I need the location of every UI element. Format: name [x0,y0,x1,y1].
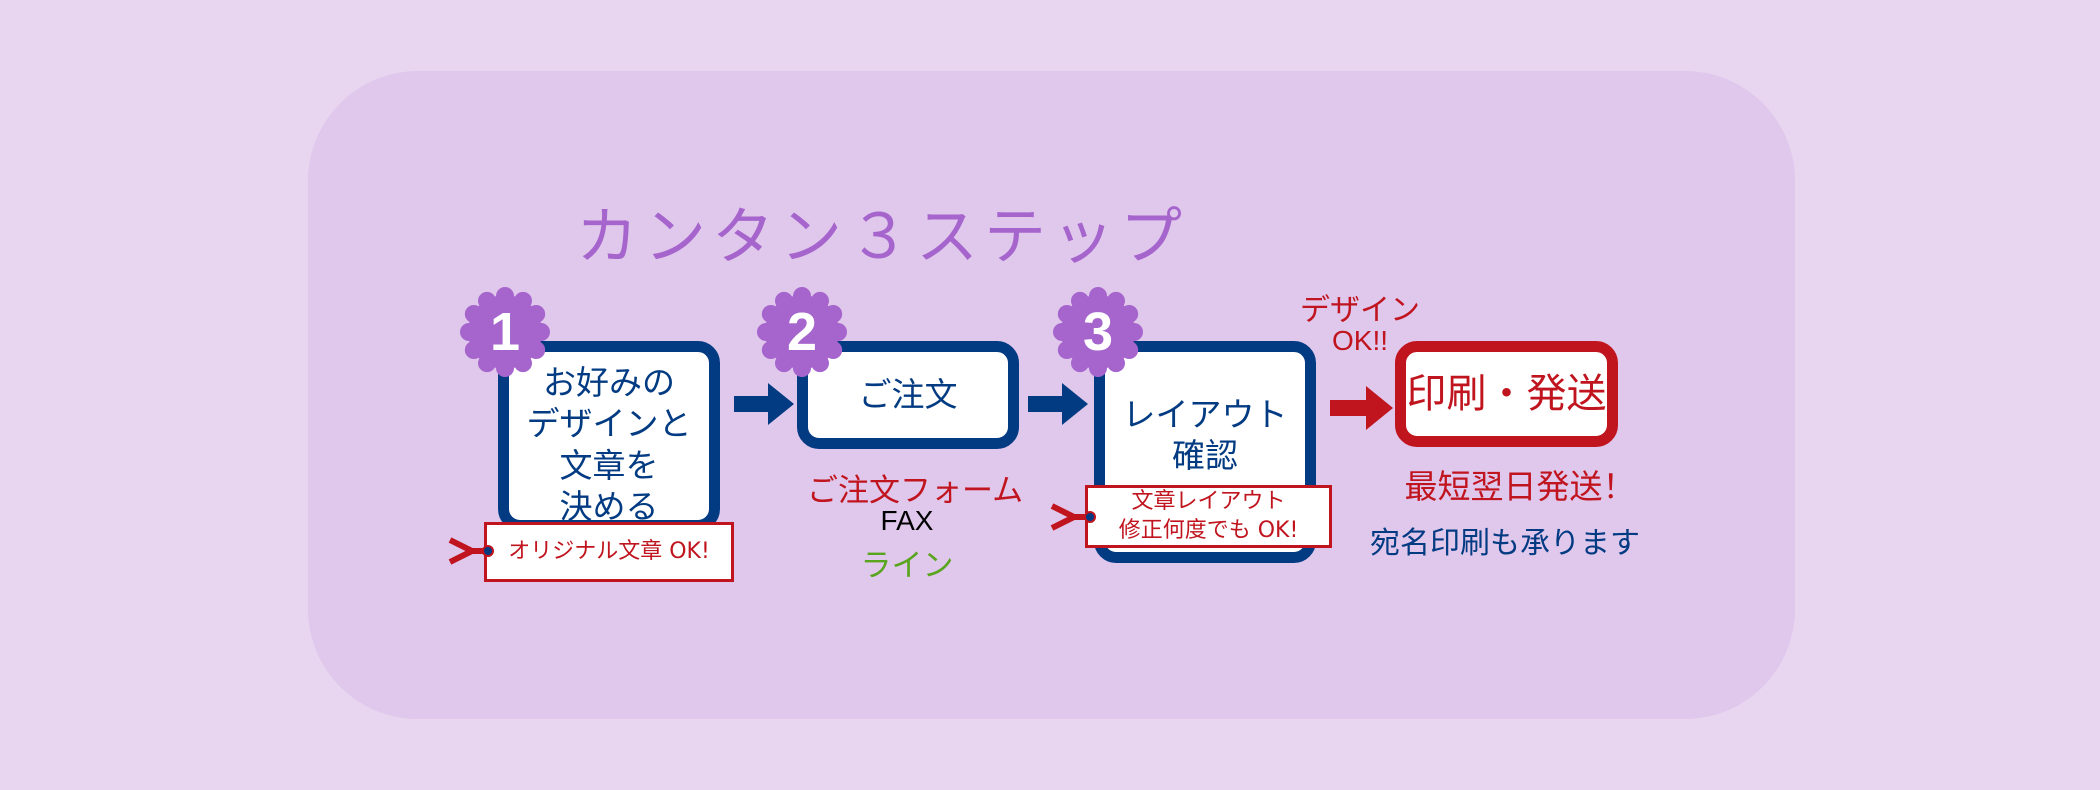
step-1-text: 決める [559,486,659,526]
step-1-text: 文章を [559,445,659,485]
line-label: ライン [860,548,954,584]
step-2-badge: 2 [757,287,847,377]
step-1-badge: 1 [460,287,550,377]
step-1-text: デザインと [526,404,692,444]
address-print-label: 宛名印刷も承ります [1370,526,1640,561]
step-3-text: 確認 [1172,436,1238,476]
step-1-tag: オリジナル文章 OK! [484,522,734,582]
step-3-badge: 3 [1053,287,1143,377]
tag-hook-icon [1050,503,1096,531]
order-form-label: ご注文フォーム [807,473,1024,509]
step-3-text: レイアウト [1122,395,1288,434]
print-ship-box: 印刷・発送 [1395,341,1618,447]
arrow-right-icon [1330,386,1393,430]
step-1-text: お好みの [543,363,675,402]
arrow-right-icon [734,383,794,425]
design-ok-label: デザイン [1300,293,1420,328]
fast-shipping-label: 最短翌日発送！ [1404,467,1636,506]
step-2-text: ご注文 [858,375,958,415]
step-3-tag: 文章レイアウト 修正何度でも OK! [1085,485,1332,548]
tag-hook-icon [448,537,494,565]
fax-label: FAX [880,505,934,536]
page-title: カンタン３ステップ [576,200,1189,273]
arrow-right-icon [1028,383,1088,425]
print-ship-text: 印刷・発送 [1406,371,1607,417]
